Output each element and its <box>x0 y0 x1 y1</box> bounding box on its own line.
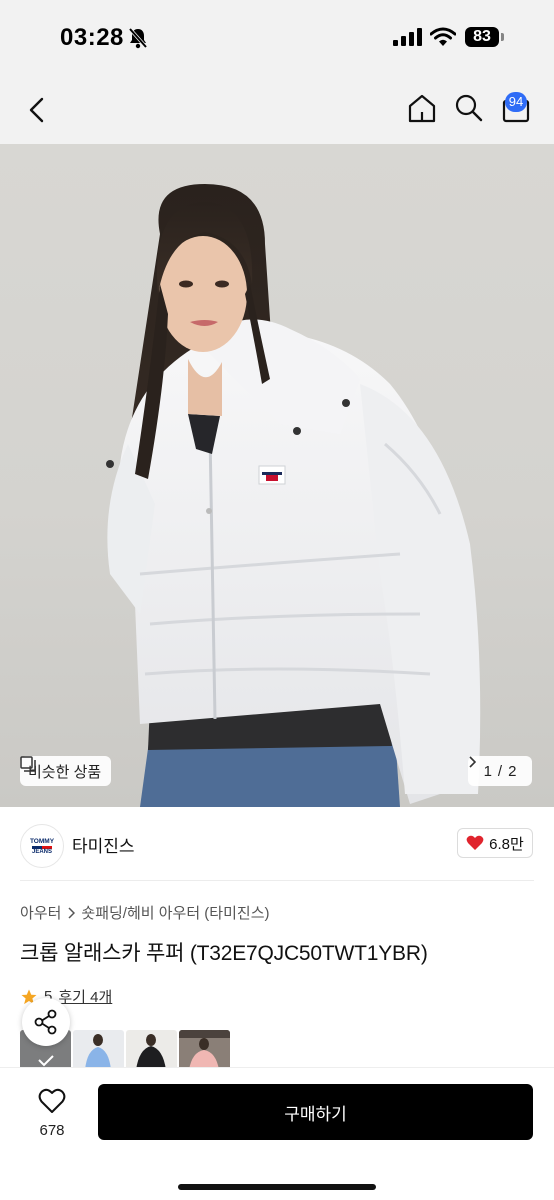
page-current: 1 <box>483 762 492 780</box>
similar-items-icon <box>20 756 36 772</box>
home-icon[interactable] <box>406 92 438 124</box>
status-time: 03:28 <box>60 24 124 51</box>
image-page-indicator[interactable]: 1 / 2 <box>468 756 532 786</box>
product-title: 크롭 알래스카 푸퍼 (T32E7QJC50TWT1YBR) <box>20 942 428 965</box>
share-icon <box>34 1009 57 1035</box>
similar-products-label: 비슷한 상품 <box>28 763 102 781</box>
back-button[interactable] <box>22 92 54 128</box>
page-separator: / <box>497 762 503 780</box>
wishlist-count: 678 <box>39 1122 65 1139</box>
brand-like-count: 6.8만 <box>489 835 524 853</box>
search-icon[interactable] <box>453 92 485 124</box>
breadcrumb-item[interactable]: 숏패딩/헤비 아우터 (타미진스) <box>81 902 269 923</box>
home-indicator <box>178 1184 376 1190</box>
cart-count-badge: 94 <box>505 92 527 112</box>
chevron-right-icon <box>68 906 76 919</box>
divider <box>20 880 534 881</box>
battery-indicator: 83 <box>465 27 499 47</box>
brand-logo[interactable]: TOMMY JEANS <box>20 824 64 868</box>
brand-row[interactable]: TOMMY JEANS 타미진스 6.8만 <box>0 808 554 880</box>
buy-button[interactable]: 구매하기 <box>98 1084 533 1140</box>
variant-image <box>179 1030 230 1070</box>
brand-name[interactable]: 타미진스 <box>72 832 135 857</box>
share-button[interactable] <box>22 998 70 1046</box>
similar-products-button[interactable]: 비슷한 상품 <box>20 756 112 786</box>
variant-image <box>136 1034 166 1070</box>
wifi-icon <box>430 27 456 46</box>
chevron-right-icon <box>469 756 476 768</box>
page-total: 2 <box>508 762 517 780</box>
product-image-carousel[interactable]: 비슷한 상품 1 / 2 <box>0 144 554 807</box>
battery-tip <box>501 33 504 41</box>
brand-like-button[interactable]: 6.8만 <box>457 828 533 858</box>
bottom-action-bar: 678 구매하기 <box>0 1068 554 1200</box>
variant-thumb-blue[interactable] <box>73 1030 124 1070</box>
brand-logo-bottom-text: JEANS <box>31 849 52 855</box>
variant-image <box>85 1034 111 1070</box>
breadcrumb-item[interactable]: 아우터 <box>20 902 61 923</box>
nav-bar: 94 <box>0 76 554 144</box>
cellular-signal-icon <box>393 28 422 46</box>
wishlist-button[interactable]: 678 <box>28 1088 76 1139</box>
status-bar: 03:28 83 <box>0 0 554 76</box>
variant-thumb-black[interactable] <box>126 1030 177 1070</box>
heart-filled-icon <box>466 835 484 850</box>
variant-thumb-pink[interactable] <box>179 1030 230 1070</box>
brand-logo-top-text: TOMMY <box>29 838 55 845</box>
product-photo <box>106 184 481 807</box>
breadcrumb: 아우터 숏패딩/헤비 아우터 (타미진스) <box>20 902 270 923</box>
heart-outline-icon <box>38 1088 66 1113</box>
bell-off-icon <box>128 27 148 49</box>
